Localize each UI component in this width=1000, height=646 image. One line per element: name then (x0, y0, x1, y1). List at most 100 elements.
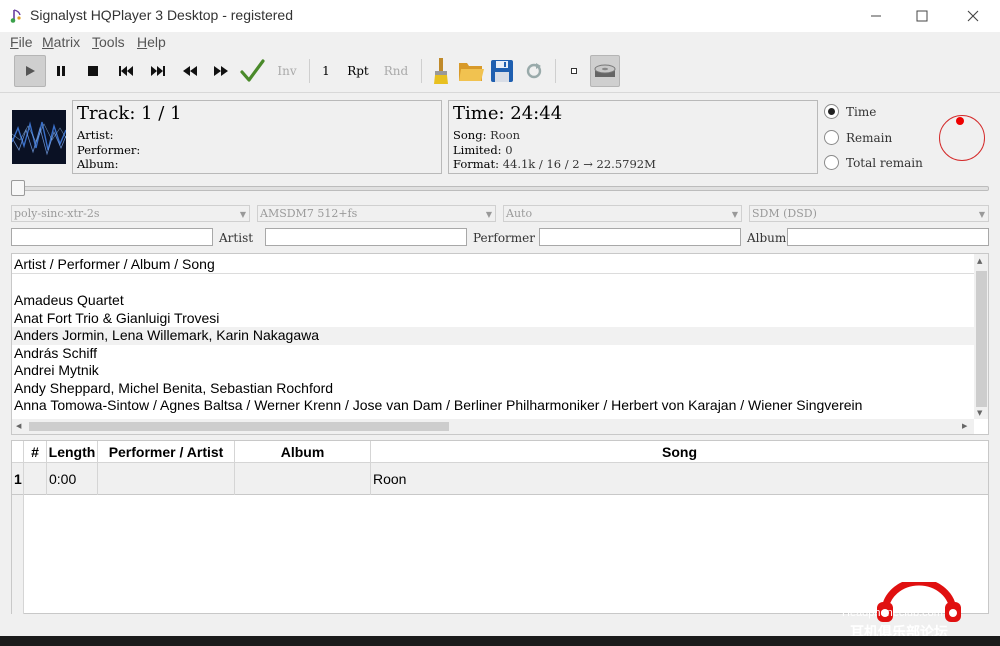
close-button[interactable] (950, 0, 996, 32)
radio-remain[interactable]: Remain (824, 130, 892, 145)
minimize-button[interactable] (853, 0, 899, 32)
rate-select-value: Auto (506, 207, 533, 220)
song-info: Song: Roon (453, 128, 520, 143)
pause-button[interactable] (48, 55, 74, 87)
horizontal-scrollbar-thumb[interactable] (29, 422, 449, 431)
column-header-performer[interactable]: Performer / Artist (98, 441, 235, 463)
chevron-down-icon: ▼ (978, 210, 985, 219)
rate-select[interactable]: Auto ▼ (503, 205, 742, 222)
clear-button[interactable] (428, 55, 454, 87)
list-item[interactable]: Andy Sheppard, Michel Benita, Sebastian … (12, 380, 974, 398)
column-header-album[interactable]: Album (235, 441, 371, 463)
track-number: Track: 1 / 1 (77, 103, 182, 124)
radio-label: Remain (846, 130, 893, 145)
separator (0, 92, 1000, 93)
brush-icon (434, 58, 448, 84)
list-item[interactable]: Anat Fort Trio & Gianluigi Trovesi (12, 310, 974, 328)
row-index-cell (24, 463, 47, 495)
performer-filter-input[interactable] (539, 228, 741, 246)
list-item[interactable]: Andrei Mytnik (12, 362, 974, 380)
maximize-button[interactable] (899, 0, 945, 32)
scroll-right-icon[interactable]: ▶ (962, 422, 967, 430)
song-label: Song: (453, 128, 487, 142)
fast-forward-button[interactable] (207, 55, 235, 87)
window-title: Signalyst HQPlayer 3 Desktop - registere… (30, 7, 293, 23)
scroll-up-icon[interactable]: ▲ (977, 257, 982, 265)
scroll-down-icon[interactable]: ▼ (977, 409, 982, 417)
filter-select-value: poly-sinc-xtr-2s (14, 207, 100, 220)
toolbar-divider (555, 59, 556, 83)
menu-tools[interactable]: Tools (92, 34, 125, 50)
radio-label: Time (846, 104, 877, 119)
play-button[interactable] (14, 55, 46, 87)
album-label: Album: (77, 157, 119, 171)
list-item[interactable]: Anna Tomowa-Sintow / Agnes Baltsa / Wern… (12, 397, 974, 415)
small-square-icon (571, 68, 577, 74)
menu-help[interactable]: Help (137, 34, 166, 50)
random-button[interactable]: Rnd (382, 55, 410, 87)
save-disk-icon (491, 60, 513, 82)
limited-label: Limited: (453, 142, 502, 157)
list-item[interactable] (12, 274, 974, 292)
drive-button[interactable] (590, 55, 620, 87)
column-header-length[interactable]: Length (47, 441, 98, 463)
list-item[interactable]: András Schiff (12, 345, 974, 363)
rewind-button[interactable] (176, 55, 204, 87)
previous-track-button[interactable] (112, 55, 140, 87)
close-icon (967, 10, 979, 22)
save-button[interactable] (488, 55, 516, 87)
toolbar: Inv 1 Rpt Rnd (10, 55, 990, 87)
chevron-down-icon: ▼ (485, 210, 492, 219)
apply-button[interactable] (237, 55, 267, 87)
track-info-panel: Track: 1 / 1 Artist: Performer: Album: (72, 100, 442, 174)
watermark-url: Headphoneclub.com (842, 607, 943, 619)
repeat-one-button[interactable]: 1 (318, 55, 334, 87)
rewind-icon (183, 66, 197, 76)
minimize-icon (871, 15, 881, 17)
artist-filter-input[interactable] (265, 228, 467, 246)
radio-time[interactable]: Time (824, 104, 876, 119)
library-header[interactable]: Artist / Performer / Album / Song (12, 254, 974, 274)
time-info-panel: Time: 24:44 Song: Roon Limited: 0 Format… (448, 100, 818, 174)
performer-filter-label: Performer (473, 231, 535, 245)
menu-matrix-label: atrix (53, 34, 81, 50)
fast-forward-icon (214, 66, 228, 76)
column-header-song[interactable]: Song (371, 441, 988, 463)
volume-knob-indicator (956, 117, 964, 125)
menu-matrix[interactable]: Matrix (42, 34, 80, 50)
column-header-number[interactable]: # (24, 441, 47, 463)
filter-select[interactable]: poly-sinc-xtr-2s ▼ (11, 205, 250, 222)
mode-select[interactable]: SDM (DSD) ▼ (749, 205, 989, 222)
seek-slider-thumb[interactable] (11, 180, 25, 196)
open-button[interactable] (456, 55, 486, 87)
repeat-button[interactable]: Rpt (344, 55, 372, 87)
modulator-select[interactable]: AMSDM7 512+fs ▼ (257, 205, 496, 222)
menu-help-label: elp (147, 34, 166, 50)
list-item[interactable]: Amadeus Quartet (12, 292, 974, 310)
seek-slider[interactable] (12, 186, 989, 191)
scroll-left-icon[interactable]: ◀ (16, 422, 21, 430)
vertical-scrollbar-thumb[interactable] (976, 271, 987, 407)
modulator-select-value: AMSDM7 512+fs (260, 207, 358, 220)
song-value: Roon (490, 128, 521, 142)
search-input[interactable] (11, 228, 213, 246)
format-value: 44.1k / 16 / 2 → 22.5792M (502, 157, 656, 171)
open-folder-icon (459, 63, 484, 81)
menu-tools-mnemonic: T (92, 34, 99, 50)
limited-info: Limited: 0 (453, 143, 513, 158)
format-label: Format: (453, 157, 500, 171)
chevron-down-icon: ▼ (239, 210, 246, 219)
next-track-button[interactable] (144, 55, 172, 87)
radio-total-remain[interactable]: Total remain (824, 155, 923, 170)
album-cell (235, 463, 371, 495)
small-button[interactable] (564, 55, 584, 87)
format-info: Format: 44.1k / 16 / 2 → 22.5792M (453, 157, 656, 172)
menu-bar: File Matrix Tools Help (0, 32, 1000, 52)
invert-button[interactable]: Inv (274, 55, 300, 87)
checkmark-icon (240, 59, 265, 82)
album-filter-input[interactable] (787, 228, 989, 246)
menu-file[interactable]: File (10, 34, 33, 50)
refresh-button[interactable] (520, 55, 548, 87)
stop-button[interactable] (80, 55, 106, 87)
list-item[interactable]: Anders Jormin, Lena Willemark, Karin Nak… (12, 327, 974, 345)
